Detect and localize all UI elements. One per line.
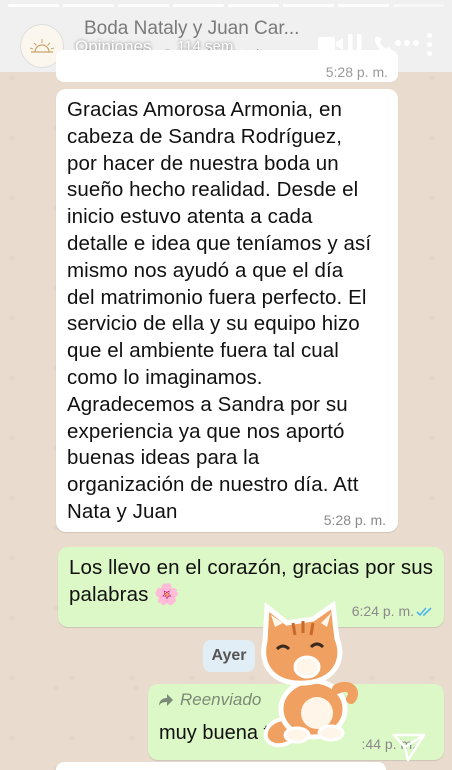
incoming-message-time: 5:28 p. m. xyxy=(323,512,386,528)
story-progress-bar xyxy=(8,4,444,7)
more-icon[interactable] xyxy=(395,40,419,46)
menu-icon[interactable] xyxy=(427,33,433,56)
send-icon[interactable] xyxy=(392,732,426,762)
double-check-icon xyxy=(416,607,432,617)
story-screen: Boda Nataly y Juan Car... Juan Carlos Sa… xyxy=(0,0,452,770)
incoming-message-text: Gracias Amorosa Armonia, en cabeza de Sa… xyxy=(67,98,372,523)
previous-message-bubble: 5:28 p. m. xyxy=(56,50,398,82)
incoming-message-bubble: Gracias Amorosa Armonia, en cabeza de Sa… xyxy=(56,89,398,532)
next-message-bubble xyxy=(56,762,386,770)
forward-icon xyxy=(159,694,173,706)
previous-message-time: 5:28 p. m. xyxy=(325,64,388,80)
sunrise-logo-icon xyxy=(29,39,55,53)
cat-sticker-icon xyxy=(261,601,358,748)
